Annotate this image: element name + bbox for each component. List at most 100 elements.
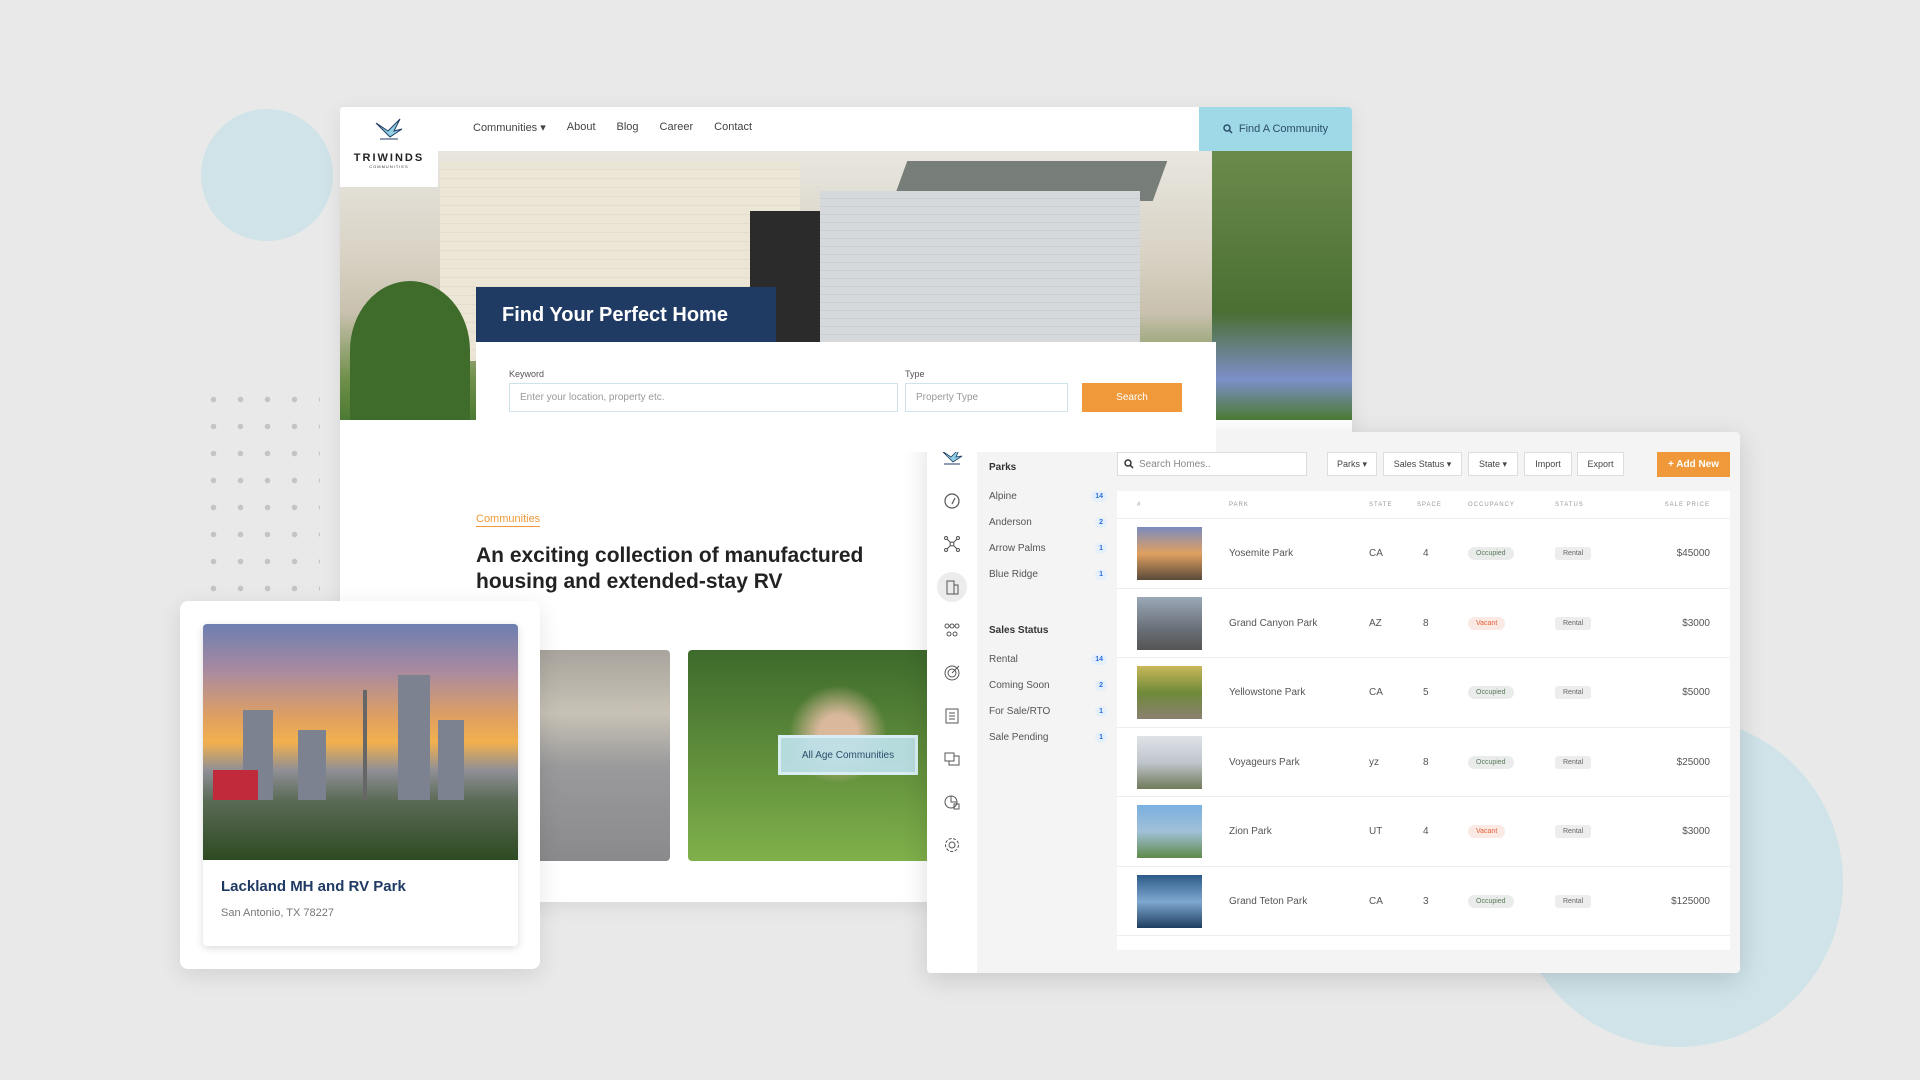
table-row[interactable]: Zion Park UT 4 Vacant Rental $3000	[1117, 797, 1730, 867]
nav-about[interactable]: About	[567, 121, 596, 134]
table-header: # PARK STATE SPACE OCCUPANCY STATUS SALE…	[1117, 491, 1730, 519]
parks-dropdown[interactable]: Parks ▾	[1327, 452, 1377, 476]
status-badge: Rental	[1555, 686, 1592, 699]
filter-count-badge: 14	[1091, 653, 1107, 665]
park-space: 8	[1423, 756, 1429, 768]
icon-rail	[927, 432, 977, 973]
filter-item[interactable]: Coming Soon 2	[989, 672, 1107, 698]
park-thumbnail	[1137, 596, 1202, 650]
filter-item[interactable]: Blue Ridge 1	[989, 561, 1107, 587]
table-row[interactable]: Yellowstone Park CA 5 Occupied Rental $5…	[1117, 658, 1730, 728]
dashboard-icon[interactable]	[939, 488, 965, 514]
occupancy-badge: Vacant	[1468, 825, 1506, 838]
state-dropdown[interactable]: State ▾	[1468, 452, 1518, 476]
park-space: 8	[1423, 617, 1429, 629]
filter-item[interactable]: Alpine 14	[989, 483, 1107, 509]
filter-item[interactable]: For Sale/RTO 1	[989, 698, 1107, 724]
filter-label: Arrow Palms	[989, 542, 1046, 554]
card-title[interactable]: Lackland MH and RV Park	[221, 878, 406, 895]
triwinds-logo[interactable]: TRIWINDS COMMUNITIES	[340, 107, 438, 187]
park-thumbnail	[1137, 527, 1202, 580]
filter-count-badge: 2	[1095, 679, 1107, 691]
search-icon	[1223, 124, 1233, 134]
table-row[interactable]: Yosemite Park CA 4 Occupied Rental $4500…	[1117, 519, 1730, 589]
park-name[interactable]: Grand Teton Park	[1229, 896, 1307, 907]
park-name[interactable]: Yosemite Park	[1229, 548, 1293, 559]
park-space: 4	[1423, 548, 1429, 559]
park-state: yz	[1369, 756, 1379, 768]
park-name[interactable]: Voyageurs Park	[1229, 757, 1300, 768]
target-icon[interactable]	[939, 660, 965, 686]
occupancy-badge: Occupied	[1468, 547, 1514, 560]
park-state: CA	[1369, 548, 1383, 559]
filter-item[interactable]: Rental 14	[989, 646, 1107, 672]
park-state: CA	[1369, 687, 1383, 698]
add-new-button[interactable]: + Add New	[1657, 452, 1730, 477]
sale-price: $5000	[1682, 687, 1710, 698]
settings-icon[interactable]	[939, 832, 965, 858]
nav-career[interactable]: Career	[660, 121, 694, 134]
park-thumbnail	[1137, 666, 1202, 719]
section-label[interactable]: Communities	[476, 513, 541, 527]
filter-count-badge: 14	[1091, 490, 1107, 502]
type-select[interactable]: Property Type	[905, 383, 1068, 412]
table-row[interactable]: Grand Canyon Park AZ 8 Vacant Rental $30…	[1117, 589, 1730, 658]
park-state: CA	[1369, 895, 1383, 907]
filter-count-badge: 1	[1095, 731, 1107, 743]
status-badge: Rental	[1555, 547, 1592, 560]
park-name[interactable]: Yellowstone Park	[1229, 687, 1305, 698]
building-icon[interactable]	[937, 572, 967, 602]
search-homes-input[interactable]: Search Homes..	[1117, 452, 1307, 476]
sale-price: $3000	[1682, 826, 1710, 837]
logo-sub: COMMUNITIES	[369, 164, 409, 169]
decor-dot-grid	[200, 386, 320, 596]
filter-item[interactable]: Arrow Palms 1	[989, 535, 1107, 561]
search-button[interactable]: Search	[1082, 383, 1182, 412]
sales-status-dropdown[interactable]: Sales Status ▾	[1383, 452, 1462, 476]
dashboard-window: Parks Alpine 14 Anderson 2 Arrow Palms 1 Blue …	[927, 432, 1740, 973]
reports-icon[interactable]	[939, 746, 965, 772]
network-icon[interactable]	[939, 531, 965, 557]
notes-icon[interactable]	[939, 703, 965, 729]
col-space[interactable]: SPACE	[1417, 502, 1442, 508]
bird-logo-icon	[375, 118, 403, 140]
nav-contact[interactable]: Contact	[714, 121, 752, 134]
filter-count-badge: 1	[1095, 705, 1107, 717]
park-space: 5	[1423, 687, 1429, 698]
find-community-button[interactable]: Find A Community	[1199, 107, 1352, 151]
filter-label: Alpine	[989, 490, 1017, 502]
col-occupancy[interactable]: OCCUPANCY	[1468, 502, 1515, 508]
filter-label: Rental	[989, 653, 1018, 665]
filter-item[interactable]: Sale Pending 1	[989, 724, 1107, 750]
export-button[interactable]: Export	[1577, 452, 1624, 476]
hero-title: Find Your Perfect Home	[476, 287, 776, 343]
col-park[interactable]: PARK	[1229, 502, 1249, 508]
decor-circle	[201, 109, 333, 241]
park-state: AZ	[1369, 617, 1382, 629]
filter-item[interactable]: Anderson 2	[989, 509, 1107, 535]
park-thumbnail	[1137, 735, 1202, 789]
col-sale-price[interactable]: SALE PRICE	[1665, 502, 1710, 508]
status-filter-title: Sales Status	[989, 625, 1049, 636]
city-skyline-image	[203, 624, 518, 860]
table-row[interactable]: Grand Teton Park CA 3 Occupied Rental $1…	[1117, 867, 1730, 936]
col-state[interactable]: STATE	[1369, 502, 1392, 508]
park-card[interactable]: Lackland MH and RV Park San Antonio, TX …	[180, 601, 540, 969]
keyword-input[interactable]: Enter your location, property etc.	[509, 383, 898, 412]
park-name[interactable]: Zion Park	[1229, 826, 1272, 837]
filter-label: For Sale/RTO	[989, 705, 1051, 717]
occupancy-badge: Occupied	[1468, 894, 1514, 908]
filter-label: Blue Ridge	[989, 568, 1038, 580]
nav-blog[interactable]: Blog	[617, 121, 639, 134]
table-row[interactable]: Voyageurs Park yz 8 Occupied Rental $250…	[1117, 728, 1730, 797]
users-icon[interactable]	[939, 617, 965, 643]
import-button[interactable]: Import	[1524, 452, 1572, 476]
chart-icon[interactable]	[939, 789, 965, 815]
col-number: #	[1137, 502, 1142, 508]
nav-communities[interactable]: Communities ▾	[473, 121, 546, 134]
park-name[interactable]: Grand Canyon Park	[1229, 618, 1317, 629]
card-address: San Antonio, TX 78227	[221, 907, 334, 919]
sale-price: $125000	[1671, 895, 1710, 907]
status-badge: Rental	[1555, 825, 1592, 838]
col-status[interactable]: STATUS	[1555, 502, 1584, 508]
